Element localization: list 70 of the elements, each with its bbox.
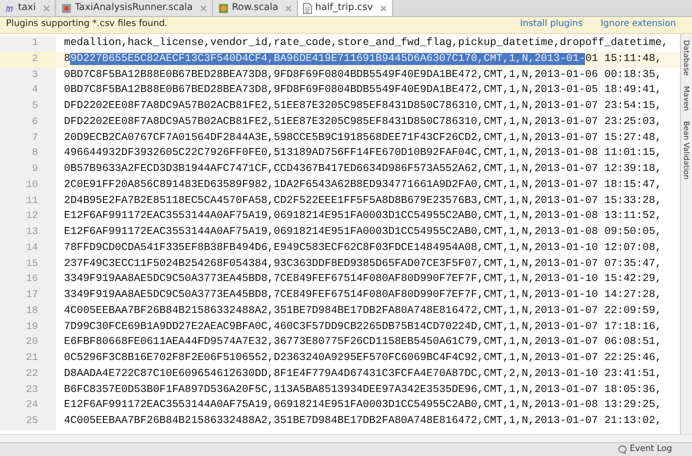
code-line: D8AADA4E722C87C10E609654612630DD,8F1E4F779A4D67431C3FCFA4E70A87DC,CMT,2,N,2013-01-10 23:41:51, bbox=[64, 368, 662, 380]
line-number: 25 bbox=[0, 414, 56, 430]
line-number: 17 bbox=[0, 288, 56, 304]
document-icon bbox=[303, 2, 312, 14]
line-number: 11 bbox=[0, 194, 56, 210]
editor-tab[interactable]: TaxiAnalysisRunner.scala bbox=[56, 0, 213, 16]
line-number: 24 bbox=[0, 398, 56, 414]
selected-text: 9D227B655E5C82AECF13C3F540D4CF4,BA96DE419E711691B9445D6A6307C170,CMT,1,N,2013-01- bbox=[70, 52, 586, 65]
code-line: 7D99C30FCE69B1A9DD27E2AEAC9BFA0C,460C3F57DD9CB2265DB75B14CD70224D,CMT,1,N,2013-01-07 17:18:16, bbox=[64, 320, 662, 332]
editor-tab[interactable]: half_trip.csv bbox=[298, 0, 393, 16]
speech-bubble-icon bbox=[618, 445, 627, 454]
code-line: 4C005EEBAA7BF26B84B21586332488A2,351BE7D984BE17DB2FA80A748E816472,CMT,1,N,2013-01-07 21:13:02, bbox=[64, 415, 662, 427]
code-line: 0B57B9633A2FECD3D3B1944AFC7471CF,CCD4367B417ED6634D986F573A552A62,CMT,1,N,2013-01-07 12:39:18, bbox=[64, 163, 662, 175]
line-number: 9 bbox=[0, 162, 56, 178]
code-line: DFD2202EE08F7A8DC9A57B02ACB81FE2,51EE87E3205C985EF8431D850C786310,CMT,1,N,2013-01-07 23:54:15, bbox=[64, 100, 662, 112]
line-number: 5 bbox=[0, 99, 56, 115]
code-line: E12F6AF991172EAC3553144A0AF75A19,06918214E951FA0003D1CC54955C2AB0,CMT,1,N,2013-01-08 13:29:25, bbox=[64, 399, 662, 412]
code-line: 01 15:11:48, bbox=[585, 52, 662, 65]
line-number: 4 bbox=[0, 83, 56, 99]
notification-message: Plugins supporting *.csv files found. bbox=[6, 18, 168, 32]
code-line: 3349F919AA8AE5DC9C50A3773EA45BD8,7CE849FEF67514F080AF80D990F7EF7F,CMT,1,N,2013-01-10 15:42:29, bbox=[64, 273, 662, 286]
close-icon[interactable] bbox=[200, 4, 207, 12]
line-number: 23 bbox=[0, 382, 56, 398]
file-icon bbox=[60, 2, 72, 14]
line-number: 18 bbox=[0, 304, 56, 320]
code-line: 0C5296F3C8B16E702F8F2E06F5106552,D2363240A9295EF570FC6069BC4F4C92,CMT,1,N,2013-01-07 22:25:46, bbox=[64, 352, 662, 364]
line-number: 16 bbox=[0, 272, 56, 288]
code-line: E12F6AF991172EAC3553144A0AF75A19,06918214E951FA0003D1CC54955C2AB0,CMT,1,N,2013-01-08 13:11:52, bbox=[64, 210, 662, 222]
line-number: 21 bbox=[0, 351, 56, 367]
line-number: 14 bbox=[0, 240, 56, 256]
class-icon bbox=[218, 2, 229, 14]
close-icon[interactable] bbox=[380, 4, 387, 12]
line-number: 3 bbox=[0, 68, 56, 84]
code-line: 4C005EEBAA7BF26B84B21586332488A2,351BE7D984BE17DB2FA80A748E816472,CMT,1,N,2013-01-07 22:09:59, bbox=[64, 304, 662, 317]
event-log-button[interactable]: Event Log bbox=[618, 443, 672, 456]
module-icon bbox=[5, 3, 15, 13]
editor-tab[interactable]: Row.scala bbox=[212, 0, 298, 16]
code-line: 496644932DF3932605C22C7926FF0FE0,513189AD756FF14FE670D10B92FAF04C,CMT,1,N,2013-01-08 11:01:15, bbox=[64, 147, 662, 160]
code-line: 3349F919AA8AE5DC9C50A3773EA45BD8,7CE849FEF67514F080AF80D990F7EF7F,CMT,1,N,2013-01-10 14:27:28, bbox=[64, 289, 662, 301]
code-line: E6FBF80668FE0611AEA44FD9574A7E32,36773E80775F26CD1158EB5450A61C79,CMT,1,N,2013-01-07 06:08:51, bbox=[64, 336, 662, 348]
line-number: 19 bbox=[0, 320, 56, 336]
code-line: 0BD7C8F5BA12B88E0B67BED28BEA73D8,9FD8F69F0804BDB5549F40E9DA1BE472,CMT,1,N,2013-01-06 00:18:35, bbox=[64, 68, 662, 80]
code-line: 78FFD9CD0CDA541F335EF8B38FB494D6,E949C583ECF62C8F03FDCE1484954A08,CMT,1,N,2013-01-10 12:07:08, bbox=[64, 242, 662, 254]
code-line: 237F49C3ECC11F5024B254268F054384,93C363DDF8ED9385D65FAD07CE3F5F07,CMT,1,N,2013-01-07 07:35:47, bbox=[64, 258, 662, 270]
close-icon[interactable] bbox=[42, 4, 50, 12]
notification-link[interactable]: Install plugins bbox=[520, 18, 583, 32]
line-number: 13 bbox=[0, 225, 56, 241]
line-number: 10 bbox=[0, 178, 56, 194]
code-line: DFD2202EE08F7A8DC9A57B02ACB81FE2,51EE87E3205C985EF8431D850C786310,CMT,1,N,2013-01-07 23:25:03, bbox=[64, 116, 662, 128]
code-line: 8 bbox=[64, 52, 70, 65]
line-number: 20 bbox=[0, 335, 56, 351]
code-line: 2C0E91FF20A856C891483ED63589F982,1DA2F6543A62B8ED934771661A9D2FA0,CMT,1,N,2013-01-07 18:15:47, bbox=[64, 178, 662, 191]
line-number: 15 bbox=[0, 256, 56, 272]
line-number: 6 bbox=[0, 114, 56, 130]
line-number: 2 bbox=[0, 52, 56, 68]
code-line: 2D4B95E2FA7B2E85118EC5CA4570FA58,CD2F522EEE1FF5F5A8D8B679E23576B3,CMT,1,N,2013-01-07 15:33:28, bbox=[64, 194, 662, 206]
close-icon[interactable] bbox=[285, 4, 292, 12]
line-number: 1 bbox=[0, 36, 56, 52]
line-number: 22 bbox=[0, 366, 56, 382]
notification-link[interactable]: Ignore extension bbox=[600, 18, 676, 32]
line-number: 8 bbox=[0, 146, 56, 162]
code-line: E12F6AF991172EAC3553144A0AF75A19,06918214E951FA0003D1CC54955C2AB0,CMT,1,N,2013-01-08 09:50:05, bbox=[64, 226, 662, 238]
code-line: medallion,hack_license,vendor_id,rate_code,store_and_fwd_flag,pickup_datetime,dropoff_datetime, bbox=[64, 37, 668, 49]
line-number: 7 bbox=[0, 130, 56, 146]
editor-tab[interactable]: taxi bbox=[0, 0, 56, 16]
horizontal-scrollbar[interactable] bbox=[0, 434, 692, 442]
code-line: B6FC8357E0D53B0F1FA897D536A20F5C,113A5BA8513934DEE97A342E3535DE96,CMT,1,N,2013-01-07 18:05:36, bbox=[64, 384, 662, 396]
code-line: 0BD7C8F5BA12B88E0B67BED28BEA73D8,9FD8F69F0804BDB5549F40E9DA1BE472,CMT,1,N,2013-01-05 18:49:41, bbox=[64, 84, 662, 96]
line-number: 12 bbox=[0, 209, 56, 225]
code-line: 20D9ECB2CA0767CF7A01564DF2844A3E,598CCE5B9C1918568DEE71F43CF26CD2,CMT,1,N,2013-01-07 15:27:48, bbox=[64, 132, 662, 144]
